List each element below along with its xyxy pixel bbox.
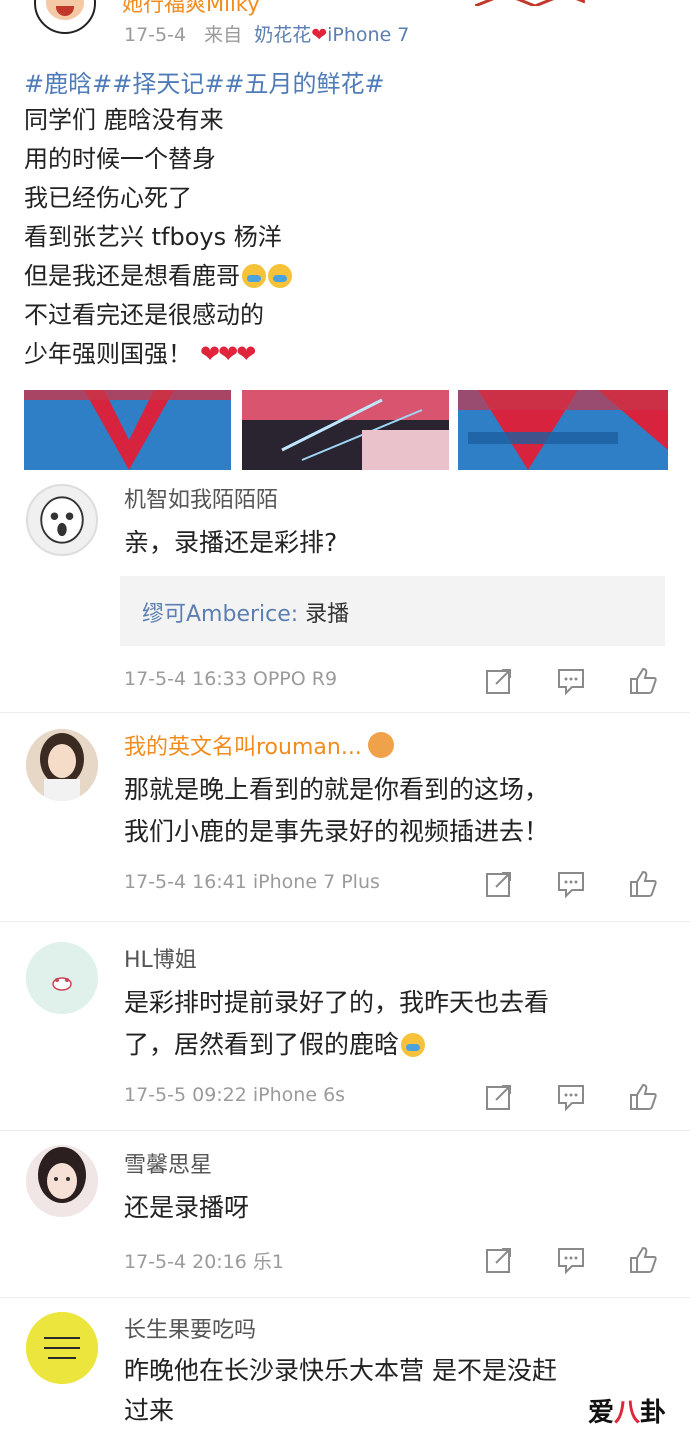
author-avatar[interactable] xyxy=(34,0,96,34)
commenter-avatar[interactable] xyxy=(26,729,98,801)
crying-emoji-icon xyxy=(268,264,292,288)
comment-text: 过来 xyxy=(124,1396,175,1425)
comment-text: 亲，录播还是彩排? xyxy=(124,528,338,557)
heart-icon: ❤ xyxy=(311,24,328,46)
commenter-username[interactable]: 我的英文名叫rouman... xyxy=(124,729,394,761)
commenter-username-text: 我的英文名叫rouman... xyxy=(124,735,362,760)
post-device[interactable]: iPhone 7 xyxy=(327,24,409,46)
share-icon[interactable] xyxy=(484,869,514,899)
weibo-post: 她行福爽Milky 17-5-4 来自 奶花花❤iPhone 7 #鹿晗##择天… xyxy=(0,0,690,470)
from-label: 来自 xyxy=(204,24,243,46)
post-meta: 17-5-4 来自 奶花花❤iPhone 7 xyxy=(124,20,409,47)
commenter-avatar[interactable] xyxy=(26,1145,98,1217)
comment-item: 我的英文名叫rouman... 那就是晚上看到的就是你看到的这场， 我们小鹿的是… xyxy=(0,713,690,922)
comment-text: 我们小鹿的是事先录好的视频插进去！ xyxy=(124,817,550,846)
comment-text: 昨晚他在长沙录快乐大本营 是不是没赶 xyxy=(124,1356,557,1385)
commenter-username[interactable]: 长生果要吃吗 xyxy=(124,1312,256,1344)
hearts-icon: ❤❤❤ xyxy=(200,340,256,368)
watermark-char: 爱 xyxy=(588,1398,615,1428)
comment-text: 了，居然看到了假的鹿晗 xyxy=(124,1030,400,1059)
comment-list: 机智如我陌陌陌 亲，录播还是彩排? 缪可Amberice: 录播 17-5-4 … xyxy=(0,470,690,1435)
post-line: 但是我还是想看鹿哥 xyxy=(24,262,240,290)
reply-username[interactable]: 缪可Amberice: xyxy=(142,602,298,627)
comment-text-with-emoji: 了，居然看到了假的鹿晗 xyxy=(124,1024,426,1066)
share-icon[interactable] xyxy=(484,1082,514,1112)
post-line: 少年强则国强！ xyxy=(24,340,192,368)
comment-text: 还是录播呀 xyxy=(124,1193,250,1222)
comment-meta: 17-5-4 16:33 OPPO R9 xyxy=(124,668,338,690)
commenter-avatar[interactable] xyxy=(26,484,98,556)
comment-item: 机智如我陌陌陌 亲，录播还是彩排? 缪可Amberice: 录播 17-5-4 … xyxy=(0,470,690,713)
like-icon[interactable] xyxy=(628,1245,658,1275)
post-image-thumbnail[interactable] xyxy=(24,390,231,470)
commenter-username[interactable]: HL博姐 xyxy=(124,942,197,974)
comment-meta: 17-5-4 16:41 iPhone 7 Plus xyxy=(124,871,380,893)
like-icon[interactable] xyxy=(628,1082,658,1112)
site-watermark: 爱八卦 xyxy=(588,1392,666,1429)
share-icon[interactable] xyxy=(484,1245,514,1275)
author-username[interactable]: 她行福爽Milky xyxy=(122,0,260,18)
post-body: 同学们 鹿晗没有来 用的时候一个替身 我已经伤心死了 看到张艺兴 tfboys … xyxy=(24,101,292,374)
post-line: 看到张艺兴 tfboys 杨洋 xyxy=(24,223,282,251)
commenter-avatar[interactable] xyxy=(26,942,98,1014)
post-line: 不过看完还是很感动的 xyxy=(24,301,264,329)
post-line-with-emoji: 但是我还是想看鹿哥 xyxy=(24,257,292,296)
comment-item: 雪馨思星 还是录播呀 17-5-4 20:16 乐1 xyxy=(0,1131,690,1298)
decoration-icon xyxy=(475,0,585,6)
commenter-username[interactable]: 雪馨思星 xyxy=(124,1147,212,1179)
comment-icon[interactable] xyxy=(556,1082,586,1112)
member-badge-icon xyxy=(367,732,394,758)
like-icon[interactable] xyxy=(628,869,658,899)
post-hashtags[interactable]: #鹿晗##择天记##五月的鲜花# xyxy=(24,64,385,99)
comment-item: 长生果要吃吗 昨晚他在长沙录快乐大本营 是不是没赶 过来 xyxy=(0,1298,690,1435)
comment-meta: 17-5-4 20:16 乐1 xyxy=(124,1251,284,1273)
watermark-char: 卦 xyxy=(640,1398,667,1428)
post-source[interactable]: 奶花花 xyxy=(254,24,311,46)
comment-icon[interactable] xyxy=(556,1245,586,1275)
post-line: 用的时候一个替身 xyxy=(24,145,216,173)
post-image-thumbnail[interactable] xyxy=(242,390,449,470)
crying-emoji-icon xyxy=(242,264,266,288)
commenter-avatar[interactable] xyxy=(26,1312,98,1384)
watermark-char: 八 xyxy=(614,1398,641,1428)
comment-meta: 17-5-5 09:22 iPhone 6s xyxy=(124,1084,346,1106)
comment-text: 那就是晚上看到的就是你看到的这场， xyxy=(124,775,550,804)
post-line: 我已经伤心死了 xyxy=(24,184,192,212)
post-date: 17-5-4 xyxy=(124,24,187,46)
share-icon[interactable] xyxy=(484,666,514,696)
comment-text: 是彩排时提前录好了的，我昨天也去看 xyxy=(124,988,550,1017)
post-line: 同学们 鹿晗没有来 xyxy=(24,106,224,134)
like-icon[interactable] xyxy=(628,666,658,696)
post-line-with-hearts: 少年强则国强！ ❤❤❤ xyxy=(24,335,292,374)
crying-emoji-icon xyxy=(401,1033,426,1057)
comment-icon[interactable] xyxy=(556,869,586,899)
comment-item: HL博姐 是彩排时提前录好了的，我昨天也去看 了，居然看到了假的鹿晗 17-5-… xyxy=(0,922,690,1131)
reply-box[interactable]: 缪可Amberice: 录播 xyxy=(120,576,665,646)
reply-text: 录播 xyxy=(298,602,350,627)
post-image-thumbnail[interactable] xyxy=(458,390,668,470)
commenter-username[interactable]: 机智如我陌陌陌 xyxy=(124,482,278,514)
comment-icon[interactable] xyxy=(556,666,586,696)
